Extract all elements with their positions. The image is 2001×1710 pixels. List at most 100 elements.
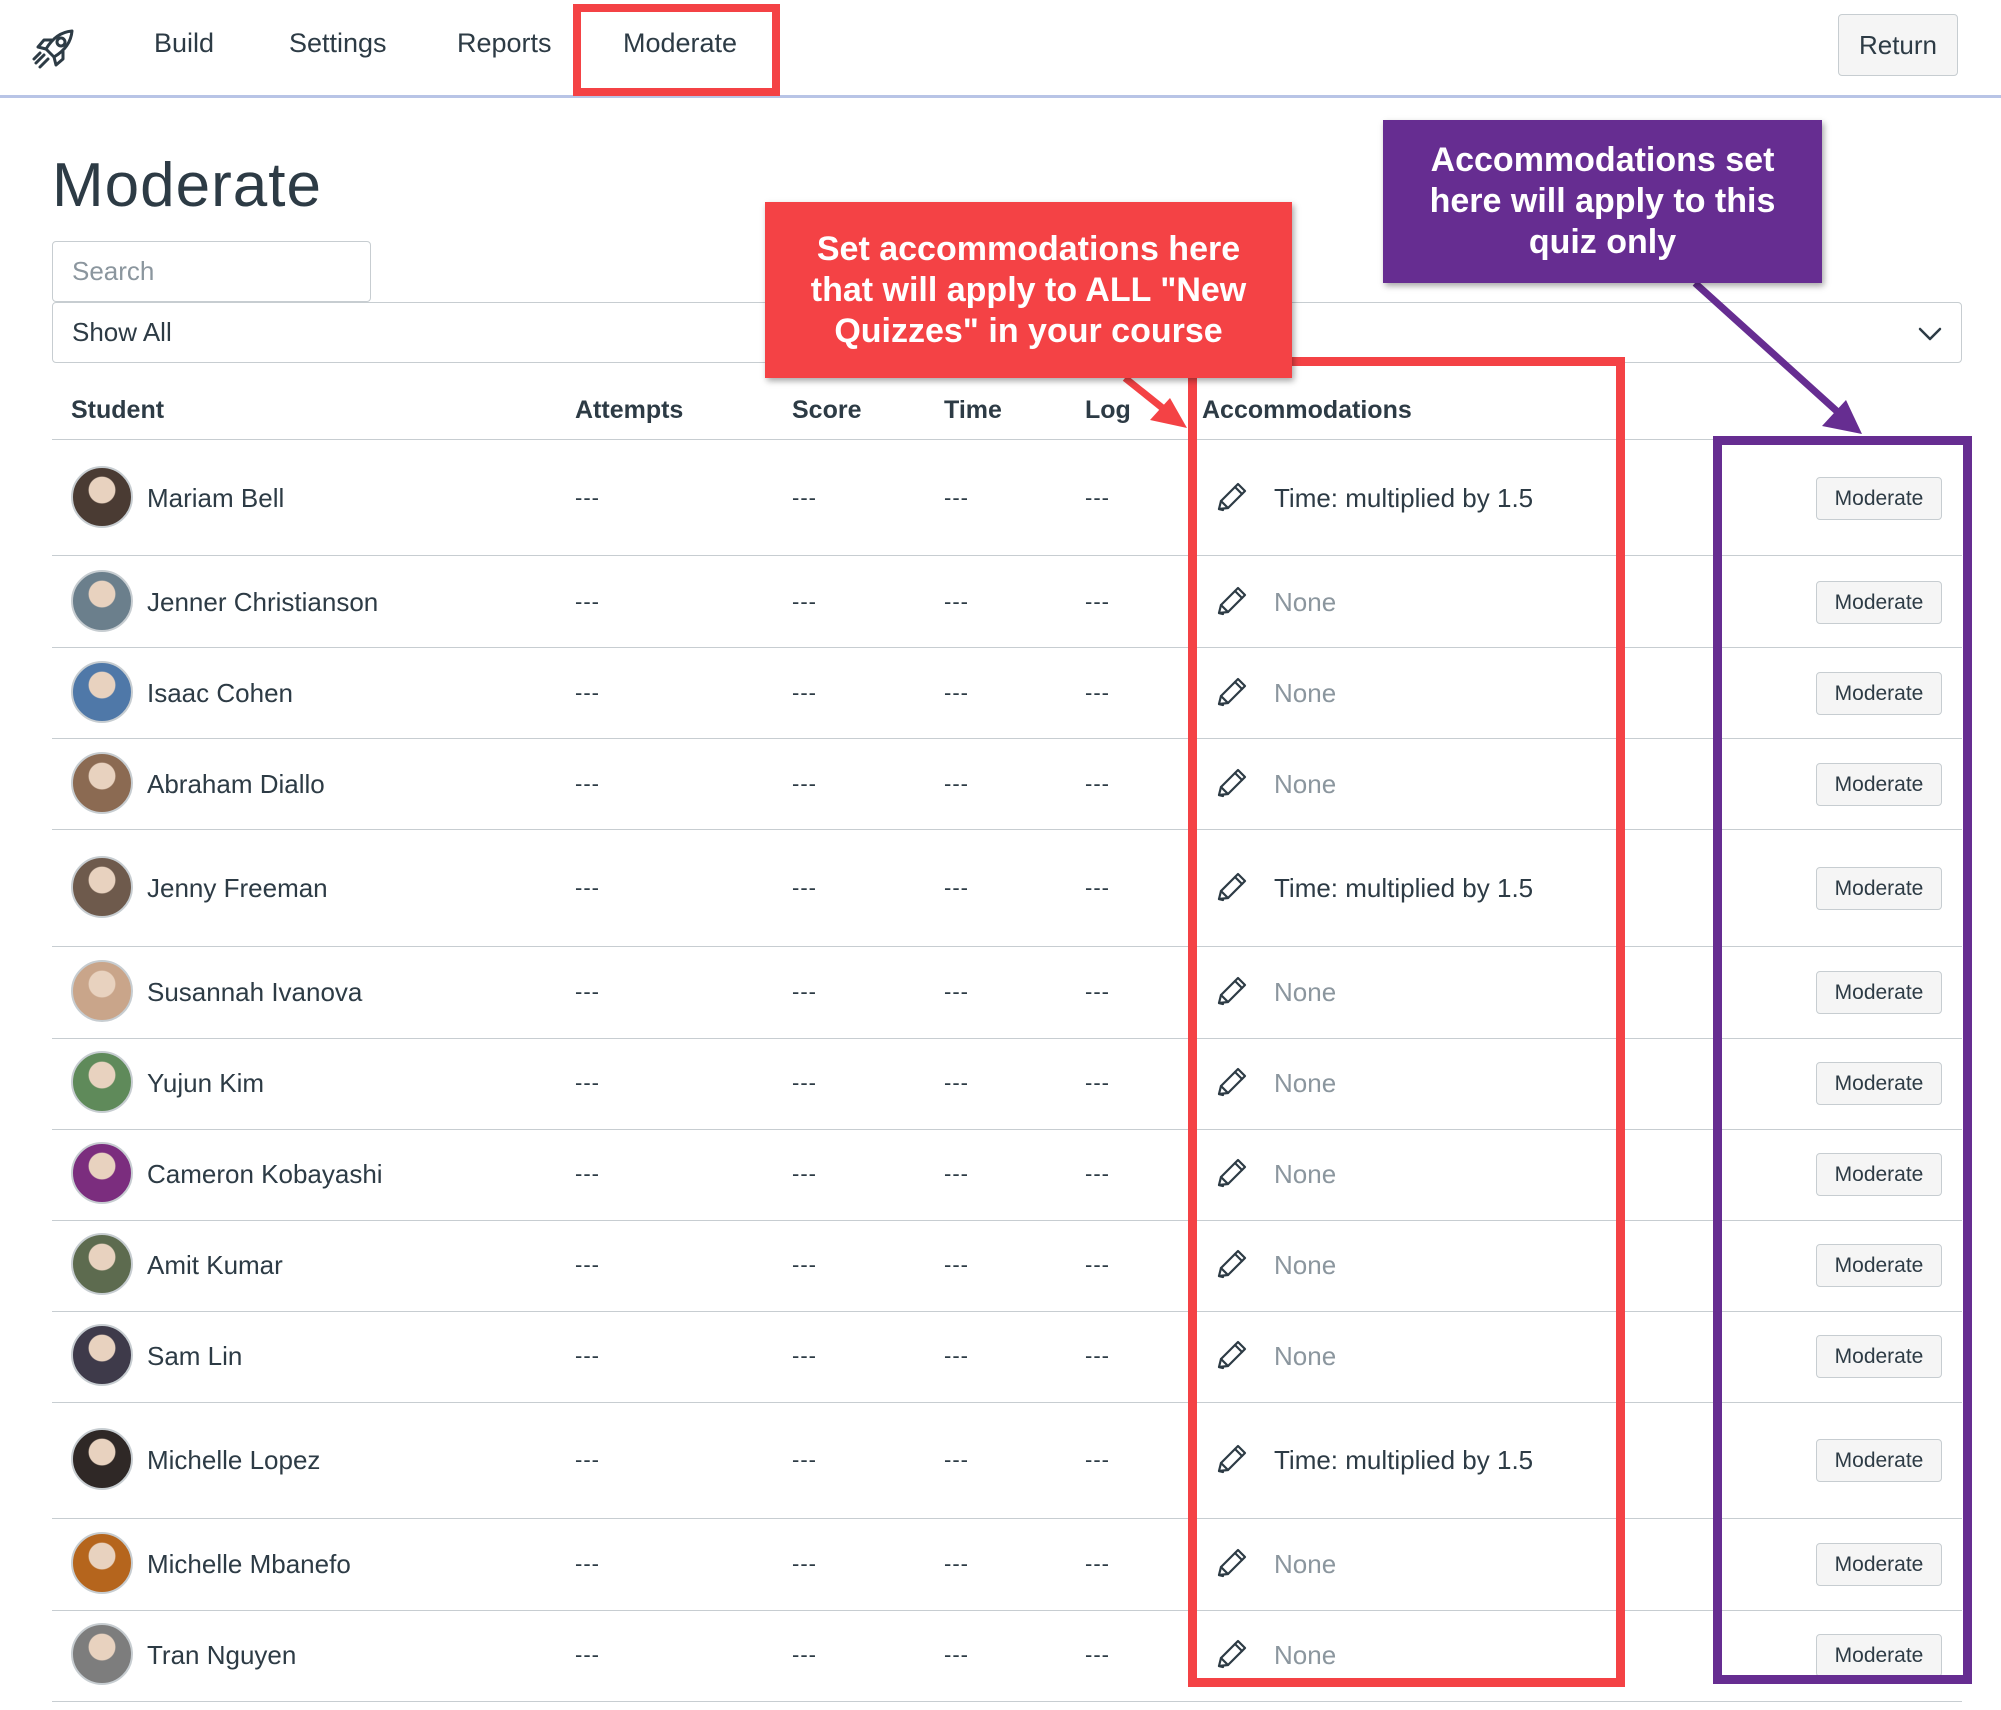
attempts-value: --- (575, 1070, 600, 1095)
log-value: --- (1085, 1070, 1110, 1095)
score-value: --- (792, 589, 817, 614)
header-score[interactable]: Score (792, 396, 861, 425)
score-value: --- (792, 485, 817, 510)
header-divider (52, 439, 1962, 440)
attempts-value: --- (575, 1447, 600, 1472)
attempts-value: --- (575, 485, 600, 510)
red-arrow-line (1122, 375, 1173, 417)
header-time[interactable]: Time (944, 396, 1002, 425)
student-name: Cameron Kobayashi (147, 1159, 383, 1189)
time-value: --- (944, 1252, 969, 1277)
student-avatar (71, 1623, 133, 1685)
row-divider (52, 647, 1962, 648)
return-button[interactable]: Return (1838, 14, 1958, 76)
student-name: Susannah Ivanova (147, 977, 363, 1007)
time-value: --- (944, 485, 969, 510)
score-value: --- (792, 979, 817, 1004)
attempts-value: --- (575, 1551, 600, 1576)
search-input[interactable] (52, 241, 371, 302)
time-value: --- (944, 1447, 969, 1472)
header-log[interactable]: Log (1085, 396, 1131, 425)
score-value: --- (792, 1343, 817, 1368)
row-divider (52, 946, 1962, 947)
log-value: --- (1085, 771, 1110, 796)
student-avatar (71, 960, 133, 1022)
row-divider (52, 1610, 1962, 1611)
attempts-value: --- (575, 1343, 600, 1368)
accommodations-column-highlight (1188, 357, 1625, 1687)
row-divider (52, 1518, 1962, 1519)
row-divider (52, 1402, 1962, 1403)
row-divider (52, 1220, 1962, 1221)
time-value: --- (944, 1642, 969, 1667)
student-name: Amit Kumar (147, 1250, 283, 1280)
log-value: --- (1085, 1161, 1110, 1186)
time-value: --- (944, 680, 969, 705)
student-name: Abraham Diallo (147, 769, 325, 799)
student-avatar (71, 1142, 133, 1204)
log-value: --- (1085, 589, 1110, 614)
attempts-value: --- (575, 1161, 600, 1186)
log-value: --- (1085, 979, 1110, 1004)
purple-callout: Accommodations set here will apply to th… (1383, 120, 1822, 283)
nav-settings[interactable]: Settings (289, 28, 387, 59)
student-avatar (71, 1324, 133, 1386)
student-avatar (71, 752, 133, 814)
student-avatar (71, 856, 133, 918)
student-avatar (71, 1233, 133, 1295)
student-name: Michelle Mbanefo (147, 1549, 351, 1579)
header-attempts[interactable]: Attempts (575, 396, 683, 425)
row-divider (52, 1038, 1962, 1039)
student-avatar (71, 1051, 133, 1113)
attempts-value: --- (575, 771, 600, 796)
student-name: Jenny Freeman (147, 873, 328, 903)
red-callout: Set accommodations here that will apply … (765, 202, 1292, 378)
red-arrow-head (1150, 398, 1187, 428)
time-value: --- (944, 1161, 969, 1186)
attempts-value: --- (575, 1252, 600, 1277)
attempts-value: --- (575, 875, 600, 900)
row-divider (52, 555, 1962, 556)
top-nav: Build Settings Reports Moderate Return (0, 0, 2001, 98)
row-divider (52, 1129, 1962, 1130)
nav-reports[interactable]: Reports (457, 28, 552, 59)
log-value: --- (1085, 1447, 1110, 1472)
student-name: Mariam Bell (147, 483, 285, 513)
student-name: Isaac Cohen (147, 678, 293, 708)
student-avatar (71, 1532, 133, 1594)
attempts-value: --- (575, 680, 600, 705)
student-name: Tran Nguyen (147, 1640, 297, 1670)
score-value: --- (792, 1252, 817, 1277)
log-value: --- (1085, 1343, 1110, 1368)
rocket-icon[interactable] (30, 25, 78, 73)
nav-build[interactable]: Build (154, 28, 214, 59)
score-value: --- (792, 680, 817, 705)
score-value: --- (792, 1551, 817, 1576)
log-value: --- (1085, 875, 1110, 900)
attempts-value: --- (575, 1642, 600, 1667)
nav-moderate-highlight (573, 4, 780, 96)
score-value: --- (792, 1642, 817, 1667)
row-divider (52, 1701, 1962, 1702)
time-value: --- (944, 1070, 969, 1095)
score-value: --- (792, 1070, 817, 1095)
log-value: --- (1085, 1252, 1110, 1277)
row-divider (52, 738, 1962, 739)
log-value: --- (1085, 1551, 1110, 1576)
student-name: Michelle Lopez (147, 1445, 321, 1475)
time-value: --- (944, 771, 969, 796)
chevron-down-icon (1918, 327, 1942, 341)
student-avatar (71, 570, 133, 632)
time-value: --- (944, 589, 969, 614)
score-value: --- (792, 1161, 817, 1186)
student-avatar (71, 661, 133, 723)
row-divider (52, 1311, 1962, 1312)
log-value: --- (1085, 680, 1110, 705)
student-avatar (71, 1428, 133, 1490)
score-value: --- (792, 875, 817, 900)
student-name: Jenner Christianson (147, 587, 379, 617)
header-student[interactable]: Student (71, 396, 164, 425)
time-value: --- (944, 979, 969, 1004)
time-value: --- (944, 1343, 969, 1368)
attempts-value: --- (575, 979, 600, 1004)
